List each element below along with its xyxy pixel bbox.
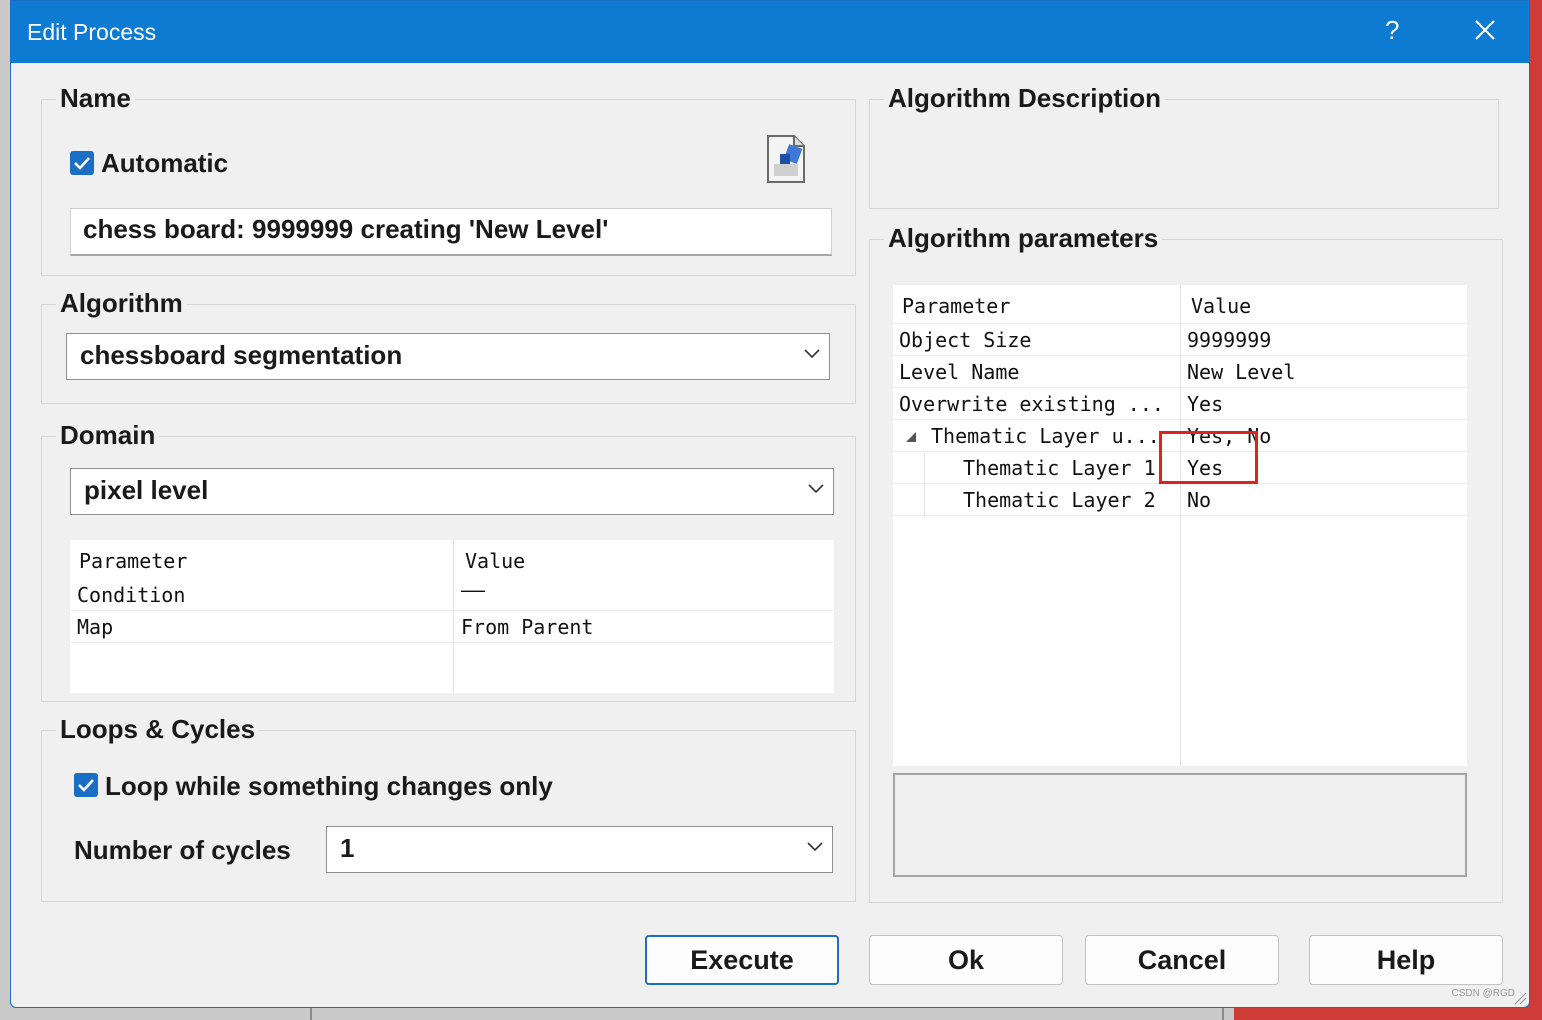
edit-name-button[interactable] bbox=[764, 134, 808, 189]
help-button[interactable]: Help bbox=[1309, 935, 1503, 985]
cycles-select[interactable]: 1 bbox=[326, 826, 833, 873]
help-question-button[interactable]: ? bbox=[1385, 15, 1399, 46]
process-name-field[interactable]: chess board: 9999999 creating 'New Level… bbox=[70, 208, 832, 256]
cycles-selected-value: 1 bbox=[340, 833, 355, 863]
window-title: Edit Process bbox=[27, 19, 157, 45]
tree-indent-line bbox=[924, 453, 925, 517]
automatic-label: Automatic bbox=[101, 148, 229, 178]
table-row-param[interactable]: Object Size bbox=[899, 328, 1031, 352]
cycles-label: Number of cycles bbox=[74, 835, 291, 865]
execute-button[interactable]: Execute bbox=[645, 935, 839, 985]
row-divider bbox=[893, 387, 1467, 388]
domain-select[interactable]: pixel level bbox=[70, 468, 834, 515]
chevron-down-icon bbox=[808, 484, 824, 494]
description-legend: Algorithm Description bbox=[884, 83, 1166, 114]
loops-legend: Loops & Cycles bbox=[56, 714, 260, 745]
name-group: Name Automatic chess board: 9999999 crea… bbox=[41, 83, 856, 276]
table-row-value[interactable]: No bbox=[1187, 488, 1211, 512]
chevron-down-icon bbox=[804, 349, 820, 359]
algorithm-legend: Algorithm bbox=[56, 288, 187, 319]
row-divider bbox=[893, 419, 1467, 420]
algorithm-parameters-table: Parameter Value Object Size 9999999 Leve… bbox=[893, 285, 1467, 766]
domain-group: Domain pixel level Parameter Value Condi… bbox=[41, 420, 856, 702]
close-button[interactable] bbox=[1467, 9, 1503, 53]
column-divider bbox=[453, 540, 454, 693]
watermark-text: CSDN @RGD bbox=[1451, 988, 1516, 999]
checkmark-icon bbox=[74, 157, 90, 170]
algorithm-selected-value: chessboard segmentation bbox=[80, 340, 403, 370]
row-divider bbox=[70, 642, 834, 643]
table-row-value[interactable]: New Level bbox=[1187, 360, 1295, 384]
row-divider bbox=[893, 323, 1467, 324]
table-row-value[interactable]: —— bbox=[461, 578, 485, 602]
table-header-value: Value bbox=[1191, 294, 1252, 318]
column-divider bbox=[1180, 285, 1181, 766]
checkmark-icon bbox=[78, 779, 94, 792]
row-divider bbox=[893, 515, 1467, 516]
algorithm-parameters-group: Algorithm parameters Parameter Value Obj… bbox=[869, 223, 1503, 903]
table-row-value[interactable]: 9999999 bbox=[1187, 328, 1271, 352]
table-row-param[interactable]: Thematic Layer 1 bbox=[963, 456, 1156, 480]
table-row-param[interactable]: Level Name bbox=[899, 360, 1019, 384]
tree-expanded-icon[interactable] bbox=[905, 431, 917, 443]
name-legend: Name bbox=[56, 83, 135, 114]
chevron-down-icon bbox=[807, 842, 823, 852]
domain-selected-value: pixel level bbox=[84, 475, 209, 505]
process-name-value: chess board: 9999999 creating 'New Level… bbox=[83, 214, 609, 244]
algorithm-select[interactable]: chessboard segmentation bbox=[66, 333, 830, 380]
highlight-box bbox=[1159, 431, 1258, 484]
table-header-value: Value bbox=[465, 549, 526, 573]
row-divider bbox=[70, 610, 834, 611]
table-row-value[interactable]: From Parent bbox=[461, 615, 593, 639]
table-header-parameter: Parameter bbox=[79, 549, 188, 573]
ok-button[interactable]: Ok bbox=[869, 935, 1063, 985]
table-row-param[interactable]: Thematic Layer 2 bbox=[963, 488, 1156, 512]
parameter-description-box bbox=[893, 773, 1467, 877]
domain-legend: Domain bbox=[56, 420, 160, 451]
close-icon bbox=[1475, 20, 1495, 40]
cancel-button[interactable]: Cancel bbox=[1085, 935, 1279, 985]
table-row-param[interactable]: Condition bbox=[77, 583, 185, 607]
parameters-legend: Algorithm parameters bbox=[884, 223, 1163, 254]
table-row-value[interactable]: Yes bbox=[1187, 392, 1223, 416]
table-row-param[interactable]: Overwrite existing ... bbox=[899, 392, 1164, 416]
automatic-checkbox[interactable] bbox=[70, 151, 94, 175]
domain-parameters-table: Parameter Value Condition —— Map From Pa… bbox=[70, 540, 834, 693]
algorithm-description-group: Algorithm Description bbox=[869, 83, 1499, 209]
table-row-param[interactable]: Map bbox=[77, 615, 113, 639]
loop-label: Loop while something changes only bbox=[105, 771, 553, 801]
algorithm-group: Algorithm chessboard segmentation bbox=[41, 288, 856, 404]
document-edit-icon bbox=[767, 135, 805, 183]
loops-cycles-group: Loops & Cycles Loop while something chan… bbox=[41, 714, 856, 902]
table-header-parameter: Parameter bbox=[902, 294, 1011, 318]
edit-process-dialog: Edit Process ? Name Automatic chess boar… bbox=[10, 0, 1530, 1008]
row-divider bbox=[893, 355, 1467, 356]
title-bar[interactable]: Edit Process ? bbox=[11, 1, 1529, 63]
table-row-param[interactable]: Thematic Layer u... bbox=[931, 424, 1160, 448]
loop-checkbox[interactable] bbox=[74, 773, 98, 797]
